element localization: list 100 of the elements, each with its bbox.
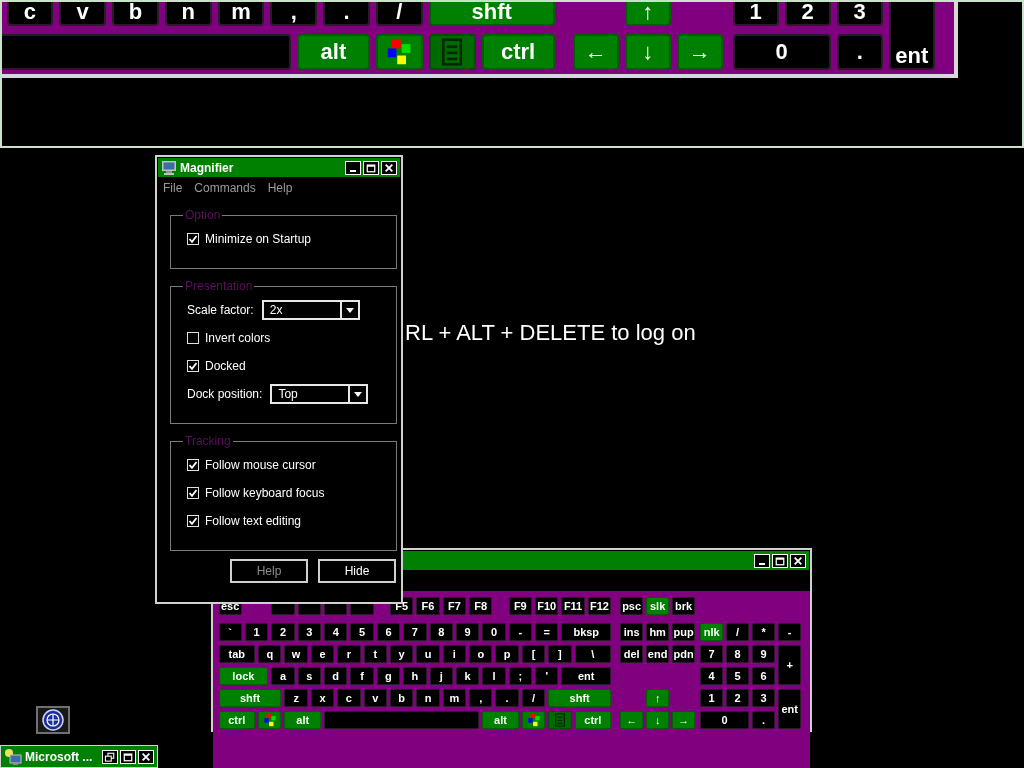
- keyboard-key[interactable]: 3: [297, 623, 321, 641]
- keyboard-key[interactable]: 9: [752, 645, 776, 663]
- maximize-button[interactable]: [772, 553, 788, 568]
- keyboard-key[interactable]: ;: [508, 667, 532, 685]
- keyboard-key[interactable]: j: [429, 667, 453, 685]
- keyboard-key[interactable]: a: [271, 667, 295, 685]
- keyboard-key[interactable]: shft: [428, 2, 555, 26]
- dropdown[interactable]: 2x: [261, 300, 360, 320]
- keyboard-key[interactable]: c: [337, 689, 361, 707]
- keyboard-key[interactable]: F11: [561, 597, 585, 615]
- keyboard-key[interactable]: 3: [836, 2, 883, 26]
- keyboard-key[interactable]: 0: [732, 34, 831, 70]
- minimized-window[interactable]: Microsoft ...: [0, 745, 158, 768]
- keyboard-key[interactable]: b: [389, 689, 414, 707]
- keyboard-key[interactable]: 4: [700, 667, 724, 685]
- keyboard-key[interactable]: v: [363, 689, 387, 707]
- keyboard-key[interactable]: ,: [469, 689, 493, 707]
- keyboard-key[interactable]: ↑: [624, 2, 671, 26]
- keyboard-key[interactable]: end: [646, 645, 670, 663]
- keyboard-key[interactable]: →: [676, 34, 723, 70]
- keyboard-key[interactable]: alt: [482, 711, 519, 729]
- keyboard-key[interactable]: q: [258, 645, 282, 663]
- keyboard-key[interactable]: ent: [888, 2, 935, 70]
- keyboard-key[interactable]: [521, 711, 546, 729]
- checkbox[interactable]: [187, 360, 199, 372]
- keyboard-key[interactable]: ←: [620, 711, 644, 729]
- keyboard-key[interactable]: 6: [752, 667, 776, 685]
- keyboard-key[interactable]: l: [482, 667, 506, 685]
- keyboard-key[interactable]: w: [284, 645, 308, 663]
- keyboard-key[interactable]: hm: [646, 623, 670, 641]
- checkbox[interactable]: [187, 459, 199, 471]
- keyboard-key[interactable]: F7: [442, 597, 467, 615]
- keyboard-key[interactable]: u: [416, 645, 440, 663]
- maximize-button[interactable]: [120, 749, 136, 764]
- keyboard-key[interactable]: tab: [218, 645, 256, 663]
- keyboard-key[interactable]: o: [469, 645, 493, 663]
- checkbox[interactable]: [187, 233, 199, 245]
- maximize-button[interactable]: [363, 160, 379, 175]
- keyboard-key[interactable]: g: [376, 667, 401, 685]
- keyboard-key[interactable]: lock: [218, 667, 269, 685]
- keyboard-key[interactable]: ctrl: [481, 34, 555, 70]
- keyboard-key[interactable]: 7: [700, 645, 724, 663]
- keyboard-key[interactable]: F9: [508, 597, 532, 615]
- keyboard-key[interactable]: 1: [244, 623, 269, 641]
- checkbox[interactable]: [187, 487, 199, 499]
- keyboard-key[interactable]: n: [416, 689, 440, 707]
- keyboard-key[interactable]: ↓: [646, 711, 670, 729]
- keyboard-key[interactable]: alt: [284, 711, 321, 729]
- keyboard-key[interactable]: 6: [376, 623, 401, 641]
- keyboard-key[interactable]: k: [455, 667, 480, 685]
- keyboard-key[interactable]: 1: [732, 2, 779, 26]
- keyboard-key[interactable]: [376, 34, 423, 70]
- keyboard-key[interactable]: .: [752, 711, 776, 729]
- keyboard-key[interactable]: 7: [403, 623, 427, 641]
- keyboard-key[interactable]: ,: [270, 2, 318, 26]
- keyboard-key[interactable]: ctrl: [574, 711, 612, 729]
- minimize-button[interactable]: [345, 160, 361, 175]
- keyboard-key[interactable]: +: [778, 645, 802, 685]
- keyboard-key[interactable]: r: [337, 645, 361, 663]
- keyboard-key[interactable]: .: [836, 34, 883, 70]
- keyboard-key[interactable]: 9: [455, 623, 480, 641]
- keyboard-key[interactable]: pup: [672, 623, 696, 641]
- keyboard-key[interactable]: .: [323, 2, 370, 26]
- keyboard-key[interactable]: 5: [726, 667, 750, 685]
- keyboard-key[interactable]: 1: [700, 689, 724, 707]
- keyboard-key[interactable]: -: [508, 623, 532, 641]
- keyboard-key[interactable]: [258, 711, 282, 729]
- keyboard-key[interactable]: pdn: [672, 645, 696, 663]
- dropdown[interactable]: Top: [270, 384, 369, 404]
- keyboard-key[interactable]: 2: [271, 623, 295, 641]
- keyboard-key[interactable]: alt: [296, 34, 370, 70]
- keyboard-key[interactable]: x: [310, 689, 335, 707]
- restore-button[interactable]: [102, 749, 118, 764]
- keyboard-key[interactable]: 8: [429, 623, 453, 641]
- keyboard-key[interactable]: m: [217, 2, 265, 26]
- keyboard-key[interactable]: z: [284, 689, 308, 707]
- close-button[interactable]: [381, 160, 397, 175]
- keyboard-key[interactable]: ent: [778, 689, 802, 729]
- keyboard-key[interactable]: del: [620, 645, 644, 663]
- keyboard-key[interactable]: 2: [784, 2, 831, 26]
- checkbox[interactable]: [187, 515, 199, 527]
- keyboard-key[interactable]: n: [164, 2, 212, 26]
- menu-item[interactable]: Help: [267, 181, 293, 195]
- keyboard-key[interactable]: brk: [672, 597, 696, 615]
- keyboard-key[interactable]: .: [495, 689, 519, 707]
- keyboard-key[interactable]: 5: [350, 623, 374, 641]
- keyboard-key[interactable]: i: [442, 645, 467, 663]
- keyboard-key[interactable]: F6: [416, 597, 440, 615]
- menu-item[interactable]: Commands: [194, 181, 256, 195]
- keyboard-key[interactable]: e: [310, 645, 335, 663]
- keyboard-key[interactable]: f: [350, 667, 374, 685]
- keyboard-key[interactable]: 8: [726, 645, 750, 663]
- minimize-button[interactable]: [754, 553, 770, 568]
- keyboard-key[interactable]: /: [521, 689, 546, 707]
- keyboard-key[interactable]: c: [6, 2, 54, 26]
- keyboard-key[interactable]: ': [535, 667, 559, 685]
- keyboard-key[interactable]: =: [535, 623, 559, 641]
- keyboard-key[interactable]: p: [495, 645, 519, 663]
- keyboard-key[interactable]: 2: [726, 689, 750, 707]
- dialog-button[interactable]: Hide: [318, 559, 396, 583]
